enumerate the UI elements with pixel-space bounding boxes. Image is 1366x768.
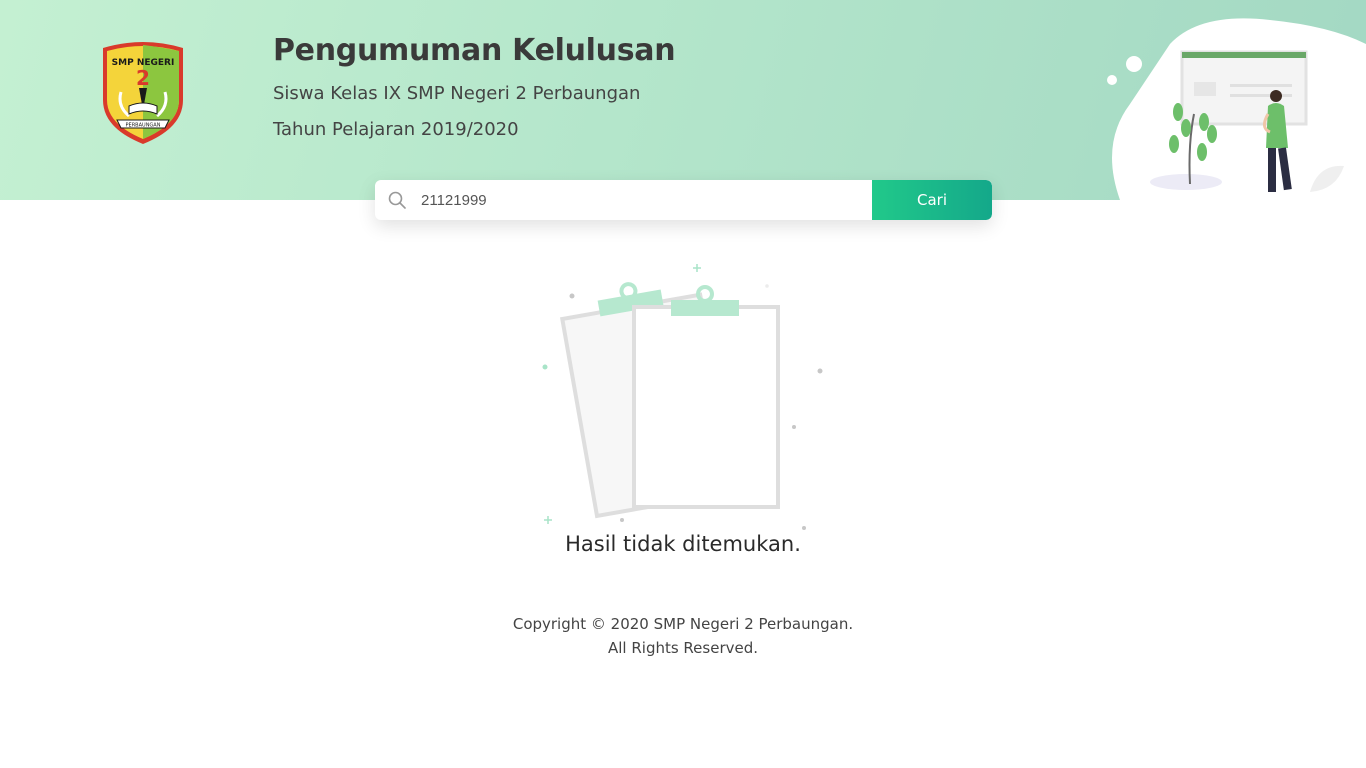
search-icon: [375, 180, 419, 220]
school-logo: SMP NEGERI 2 PERBAUNGAN: [103, 42, 183, 144]
footer-copyright: Copyright © 2020 SMP Negeri 2 Perbaungan…: [512, 615, 854, 633]
logo-number: 2: [136, 66, 150, 90]
empty-clipboard-illustration: [542, 264, 823, 530]
page-subtitle: Siswa Kelas IX SMP Negeri 2 Perbaungan: [273, 83, 641, 104]
academic-year: Tahun Pelajaran 2019/2020: [273, 119, 519, 140]
hero-banner: SMP NEGERI 2 PERBAUNGAN Pengumuman Kelul…: [0, 0, 1366, 214]
search-button[interactable]: Cari: [872, 180, 992, 220]
empty-result-message: Hasil tidak ditemukan.: [565, 532, 801, 556]
logo-banner-text: PERBAUNGAN: [126, 123, 161, 129]
footer: Copyright © 2020 SMP Negeri 2 Perbaungan…: [0, 612, 1366, 660]
presentation-illustration: [1107, 18, 1366, 214]
search-bar: Cari: [375, 180, 992, 220]
search-input[interactable]: [419, 180, 872, 220]
footer-rights: All Rights Reserved.: [607, 639, 759, 657]
page-title: Pengumuman Kelulusan: [273, 33, 676, 68]
